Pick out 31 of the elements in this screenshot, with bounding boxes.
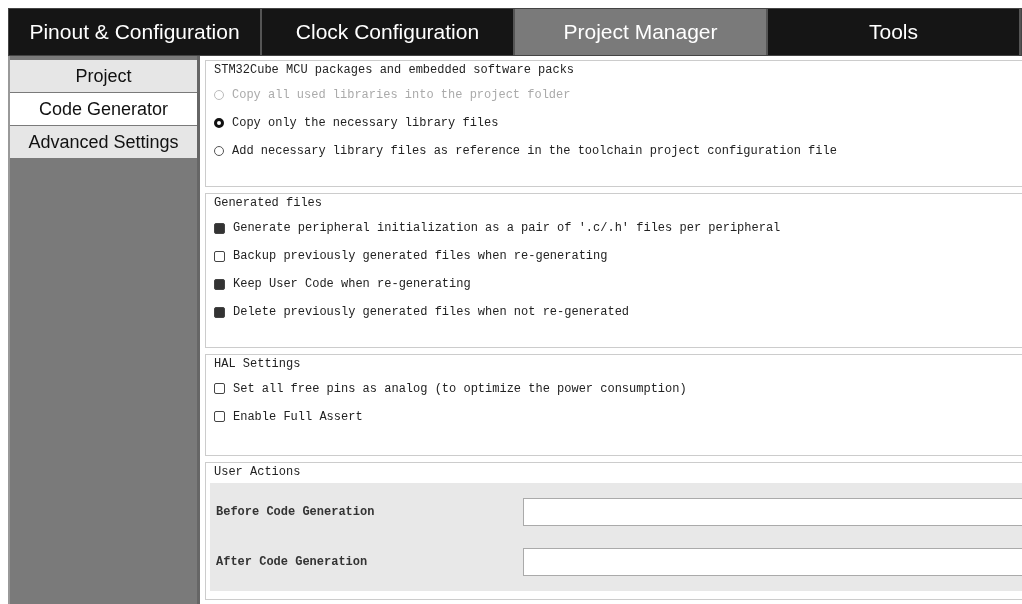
checkbox[interactable]: [214, 278, 225, 290]
group-title: STM32Cube MCU packages and embedded software packs: [214, 63, 576, 77]
option-label: Set all free pins as analog (to optimize the power consumption): [233, 381, 687, 396]
radio-button[interactable]: [214, 118, 224, 128]
checkbox[interactable]: [214, 383, 225, 395]
option-label: Add necessary library files as reference in the toolchain project configuration file: [232, 144, 837, 158]
tab[interactable]: Pinout & Configuration: [9, 9, 262, 55]
option-label: Backup previously generated files when re-generating: [233, 249, 608, 264]
group-title: Generated files: [214, 196, 324, 211]
option-label: Enable Full Assert: [233, 409, 363, 424]
sidebar-item[interactable]: Advanced Settings: [10, 126, 197, 158]
option-label: Delete previously generated files when not re-generated: [233, 305, 630, 320]
sidebar-item[interactable]: Code Generator: [10, 93, 197, 125]
group-title: HAL Settings: [214, 356, 302, 371]
option-label: Copy all used libraries into the project folder: [232, 88, 571, 102]
checkbox[interactable]: [214, 411, 225, 423]
option-label: Copy only the necessary library files: [232, 116, 499, 130]
checkbox[interactable]: [214, 222, 225, 234]
input-field[interactable]: [523, 548, 1022, 576]
option-label: Keep User Code when re-generating: [233, 277, 471, 292]
tab[interactable]: Project Manager: [515, 9, 768, 55]
sidebar-item[interactable]: Project: [10, 60, 197, 92]
tab[interactable]: Clock Configuration: [262, 9, 515, 55]
group-title: User Actions: [214, 465, 302, 479]
input-field[interactable]: [523, 498, 1022, 526]
checkbox[interactable]: [214, 306, 225, 318]
checkbox[interactable]: [214, 250, 225, 262]
tab[interactable]: Tools: [768, 9, 1021, 55]
option-label: Generate peripheral initialization as a pair of '.c/.h' files per peripheral: [233, 221, 781, 236]
field-label: Before Code Generation: [216, 505, 376, 519]
field-label: After Code Generation: [216, 555, 369, 569]
